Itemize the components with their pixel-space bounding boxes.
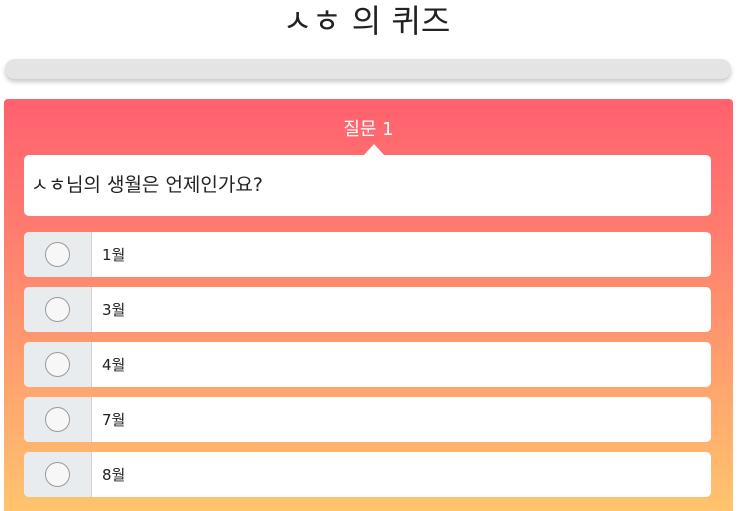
- answer-option[interactable]: 4월: [24, 342, 711, 387]
- radio-cell[interactable]: [24, 452, 92, 497]
- question-box: ㅅㅎ님의 생월은 언제인가요?: [24, 144, 711, 216]
- question-text: ㅅㅎ님의 생월은 언제인가요?: [31, 174, 263, 196]
- radio-button[interactable]: [45, 297, 70, 322]
- quiz-card: 질문 1 ㅅㅎ님의 생월은 언제인가요? 1월 3월 4월 7월 8월: [4, 99, 733, 511]
- question-number: 질문 1: [343, 119, 394, 140]
- progress-bar: [5, 59, 731, 79]
- question-pointer: [364, 144, 384, 155]
- radio-cell[interactable]: [24, 287, 92, 332]
- answer-option[interactable]: 7월: [24, 397, 711, 442]
- radio-button[interactable]: [45, 407, 70, 432]
- answer-option-label[interactable]: 4월: [102, 342, 125, 387]
- answer-option[interactable]: 3월: [24, 287, 711, 332]
- answer-option-label[interactable]: 1월: [102, 232, 125, 277]
- radio-button[interactable]: [45, 462, 70, 487]
- radio-button[interactable]: [45, 242, 70, 267]
- answer-option-label[interactable]: 7월: [102, 397, 125, 442]
- radio-cell[interactable]: [24, 342, 92, 387]
- radio-cell[interactable]: [24, 232, 92, 277]
- answer-option[interactable]: 8월: [24, 452, 711, 497]
- quiz-title: ㅅㅎ 의 퀴즈: [282, 2, 451, 40]
- answer-options: 1월 3월 4월 7월 8월: [24, 232, 711, 507]
- radio-cell[interactable]: [24, 397, 92, 442]
- answer-option-label[interactable]: 3월: [102, 287, 125, 332]
- answer-option[interactable]: 1월: [24, 232, 711, 277]
- radio-button[interactable]: [45, 352, 70, 377]
- answer-option-label[interactable]: 8월: [102, 452, 125, 497]
